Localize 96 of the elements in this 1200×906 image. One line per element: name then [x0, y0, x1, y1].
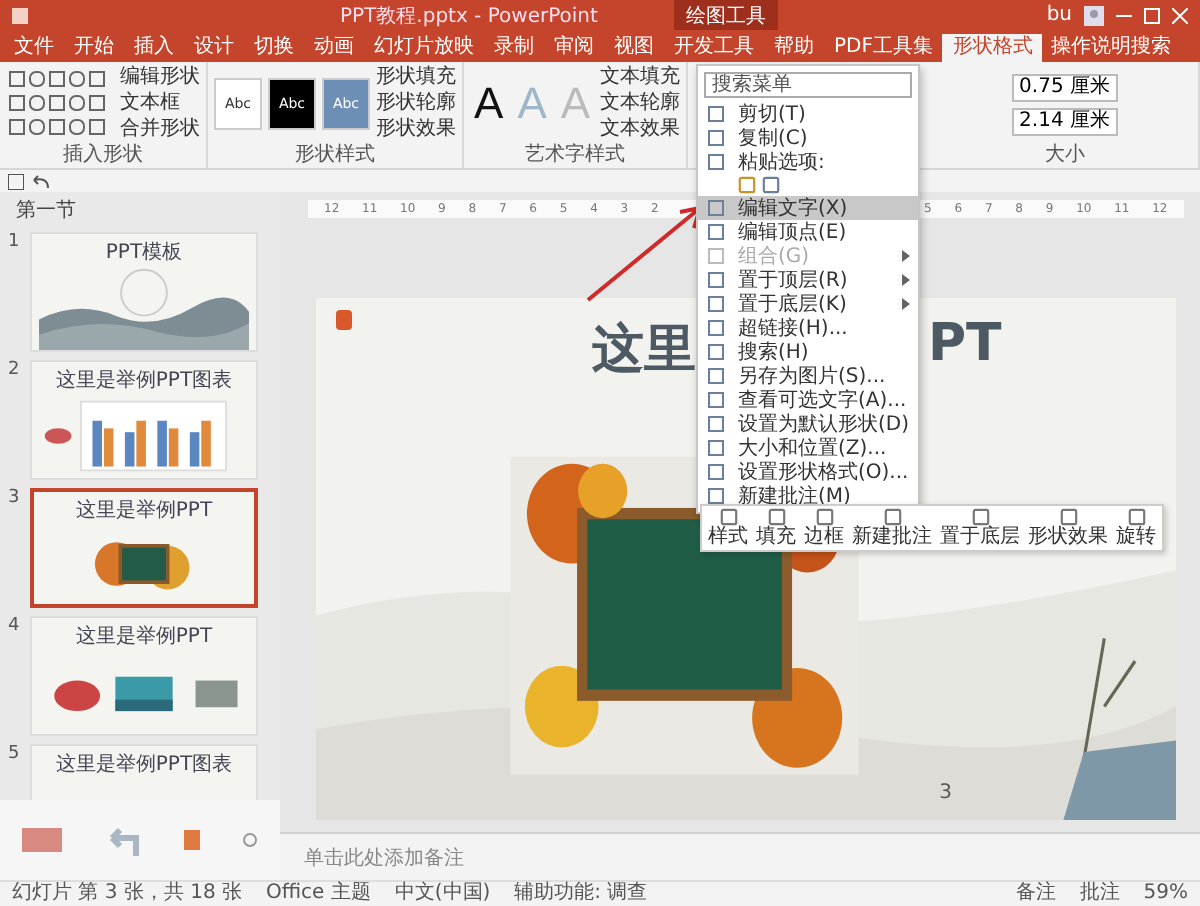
group-label: 插入形状: [61, 144, 145, 168]
avatar-icon[interactable]: [1084, 5, 1104, 25]
maximize-icon[interactable]: [1144, 7, 1160, 23]
ribbon-tab[interactable]: 幻灯片放映: [364, 34, 484, 62]
thumbnail-title: 这里是举例PPT: [75, 623, 213, 650]
tool-icon: [1127, 508, 1145, 526]
circle-icon[interactable]: [242, 832, 259, 848]
ribbon-tab[interactable]: 开始: [64, 34, 124, 62]
menu-item[interactable]: 另存为图片(S)...: [698, 364, 918, 388]
menu-item[interactable]: 设置为默认形状(D): [698, 412, 918, 436]
ribbon-command[interactable]: 形状轮廓: [376, 92, 456, 116]
thumbnail-title: 这里是举例PPT图表: [55, 367, 233, 394]
thumbnail-title: 这里是举例PPT图表: [55, 751, 233, 778]
slide-thumbnail[interactable]: 这里是举例PPT图表: [30, 360, 258, 480]
group-label: 艺术字样式: [523, 144, 628, 168]
slide-thumbnail[interactable]: 这里是举例PPT: [30, 488, 258, 608]
ribbon-command[interactable]: 形状效果: [376, 118, 456, 142]
slide-title: PT: [928, 314, 1002, 378]
thumbnail-title: PPT模板: [105, 239, 183, 266]
menu-item[interactable]: 置于顶层(R): [698, 268, 918, 292]
slide-number: 2: [8, 360, 22, 384]
status-text: 辅助功能: 调查: [514, 882, 648, 906]
toolbar-button[interactable]: 新建批注: [850, 508, 934, 548]
menu-item[interactable]: 复制(C): [698, 126, 918, 150]
slide-number: 1: [8, 232, 22, 256]
ribbon-tab[interactable]: 帮助: [764, 34, 824, 62]
menu-item[interactable]: 编辑文字(X): [698, 196, 918, 220]
menu-item[interactable]: 设置形状格式(O)...: [698, 460, 918, 484]
ribbon-tab[interactable]: 动画: [304, 34, 364, 62]
size-field[interactable]: 2.14 厘米: [1011, 107, 1118, 135]
tool-icon: [883, 508, 901, 526]
ribbon-command[interactable]: 文本效果: [600, 118, 681, 142]
menu-item[interactable]: 置于底层(K): [698, 292, 918, 316]
ribbon-tab[interactable]: 插入: [124, 34, 184, 62]
ribbon-command[interactable]: 编辑形状: [120, 66, 200, 90]
contextual-tab-label: 绘图工具: [674, 0, 778, 30]
status-text: Office 主题: [265, 882, 371, 906]
status-button[interactable]: 备注: [1015, 882, 1056, 906]
toolbar-button[interactable]: 旋转: [1114, 508, 1158, 548]
menu-item[interactable]: 查看可选文字(A)...: [698, 388, 918, 412]
slide-number: 4: [8, 616, 22, 640]
menu-item[interactable]: 粘贴选项:: [698, 150, 918, 174]
tool-icon: [719, 508, 737, 526]
slide-number: 3: [8, 488, 22, 512]
size-field[interactable]: 0.75 厘米: [1011, 73, 1118, 101]
ribbon-command[interactable]: 合并形状: [120, 118, 200, 142]
menu-search-field[interactable]: 搜索菜单: [704, 72, 912, 98]
status-text: 中文(中国): [394, 882, 491, 906]
menu-item[interactable]: 剪切(T): [698, 102, 918, 126]
menu-item[interactable]: 搜索(H): [698, 340, 918, 364]
slide-thumbnail[interactable]: PPT模板: [30, 232, 258, 352]
wordart-style[interactable]: A: [470, 78, 508, 130]
tool-icon: [815, 508, 833, 526]
ribbon-tab[interactable]: 录制: [484, 34, 544, 62]
section-header[interactable]: 第一节: [8, 196, 280, 224]
undo-icon[interactable]: [32, 173, 50, 189]
toolbar-button[interactable]: 边框: [802, 508, 846, 548]
toolbar-button[interactable]: 样式: [706, 508, 750, 548]
tool-icon: [971, 508, 989, 526]
ribbon-tab[interactable]: 文件: [4, 34, 64, 62]
tool-icon: [1059, 508, 1077, 526]
tell-me-search[interactable]: 操作说明搜索: [1050, 34, 1171, 62]
ribbon-tab[interactable]: 设计: [184, 34, 244, 62]
close-icon[interactable]: [1172, 7, 1188, 23]
ribbon-command[interactable]: 文本框: [120, 92, 200, 116]
status-button[interactable]: 59%: [1143, 882, 1188, 906]
group-label: 形状样式: [293, 144, 377, 168]
slide-thumbnail[interactable]: 这里是举例PPT: [30, 616, 258, 736]
menu-item[interactable]: 大小和位置(Z)...: [698, 436, 918, 460]
toolbar-button[interactable]: 填充: [754, 508, 798, 548]
ribbon-tab[interactable]: PDF工具集: [824, 34, 943, 62]
toolbar-button[interactable]: 形状效果: [1026, 508, 1110, 548]
group-label: 大小: [1042, 144, 1087, 168]
ribbon-tab[interactable]: 审阅: [544, 34, 604, 62]
status-text: 幻灯片 第 3 张，共 18 张: [12, 882, 242, 906]
ribbon-command[interactable]: 形状填充: [376, 66, 456, 90]
menu-item[interactable]: 超链接(H)...: [698, 316, 918, 340]
logo-icon: [336, 310, 352, 330]
ribbon-tab[interactable]: 视图: [604, 34, 664, 62]
status-button[interactable]: 批注: [1079, 882, 1120, 906]
user-name[interactable]: bu: [1046, 3, 1072, 27]
slide-number: 3: [939, 782, 952, 804]
menu-item[interactable]: 编辑顶点(E): [698, 220, 918, 244]
ribbon-tab[interactable]: 切换: [244, 34, 304, 62]
slide-title: 这里: [592, 318, 696, 384]
toolbar-button[interactable]: 置于底层: [938, 508, 1022, 548]
ribbon-tab[interactable]: 形状格式: [942, 34, 1043, 62]
thumbnail-title: 这里是举例PPT: [75, 497, 213, 524]
ribbon-command[interactable]: 文本轮廓: [600, 92, 681, 116]
ribbon-tab[interactable]: 开发工具: [664, 34, 764, 62]
menu-item[interactable]: 新建批注(M): [698, 484, 918, 508]
ribbon-command[interactable]: 文本填充: [600, 66, 681, 90]
window-title: PPT教程.pptx - PowerPoint: [340, 3, 598, 29]
tool-icon: [767, 508, 785, 526]
slide-thumbnail[interactable]: 这里是举例PPT图表: [30, 744, 258, 800]
slide-number: 5: [8, 744, 22, 768]
